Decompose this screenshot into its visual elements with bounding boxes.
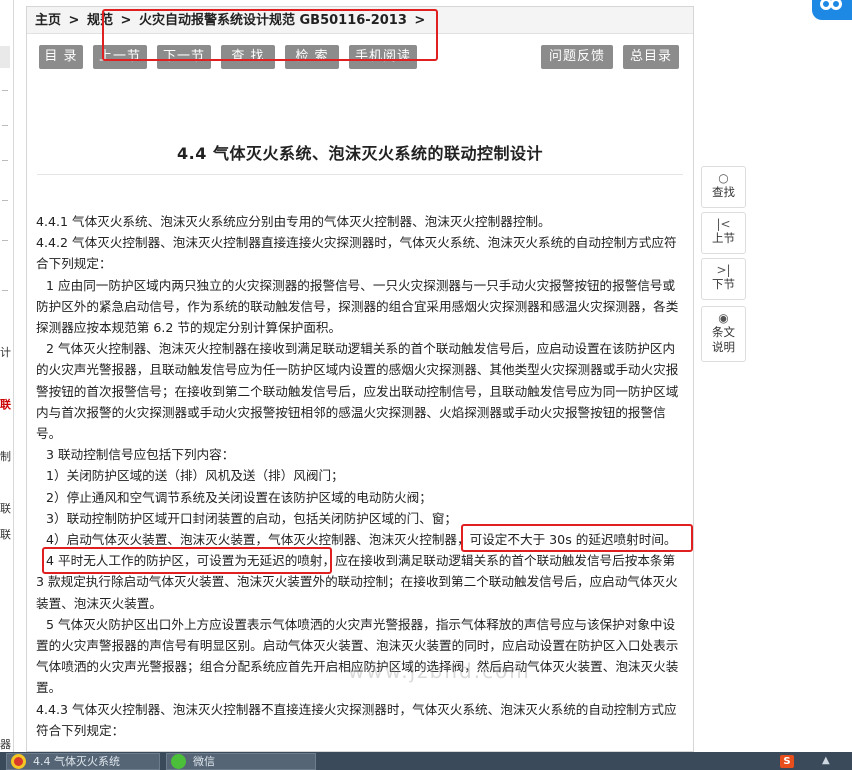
content-panel: 主页 > 规范 > 火灾自动报警系统设计规范 GB50116-2013 > 目 … <box>26 6 694 752</box>
section-title: 4.4 气体灭火系统、泡沫灭火系统的联动控制设计 <box>37 140 683 175</box>
side-next-button[interactable]: >| 下节 <box>701 258 746 300</box>
browser-icon <box>11 754 26 769</box>
sidebar-dot <box>2 125 8 126</box>
breadcrumb: 主页 > 规范 > 火灾自动报警系统设计规范 GB50116-2013 > <box>27 7 693 34</box>
breadcrumb-separator: > <box>414 13 426 28</box>
search-button[interactable]: 检 索 <box>285 45 339 69</box>
toolbar: 目 录 上一节 下一节 查 找 检 索 手机阅读 问题反馈 总目录 <box>27 34 693 84</box>
breadcrumb-home[interactable]: 主页 <box>35 13 61 28</box>
paragraph: 4.4.1 气体灭火系统、泡沫灭火系统应分别由专用的气体灭火控制器、泡沫灭火控制… <box>36 214 551 229</box>
master-toc-button[interactable]: 总目录 <box>623 45 679 69</box>
paragraph: 1 应由同一防护区域内两只独立的火灾探测器的报警信号、一只火灾探测器与一只手动火… <box>36 277 679 336</box>
next-section-button[interactable]: 下一节 <box>157 45 211 69</box>
feedback-button[interactable]: 问题反馈 <box>541 45 613 69</box>
sidebar-fragment[interactable]: 联 <box>0 526 11 542</box>
sidebar-highlight <box>0 46 10 68</box>
left-sidebar: 计 联 制 联 联 器 <box>0 0 14 752</box>
eye-icon: ◉ <box>718 311 729 325</box>
breadcrumb-document[interactable]: 火灾自动报警系统设计规范 GB50116-2013 <box>139 13 407 28</box>
prev-section-button[interactable]: 上一节 <box>93 45 147 69</box>
side-prev-button[interactable]: |< 上节 <box>701 212 746 254</box>
sidebar-dot <box>2 200 8 201</box>
search-icon: ○ <box>718 171 729 185</box>
breadcrumb-separator: > <box>68 13 80 28</box>
sidebar-dot <box>2 160 8 161</box>
tray-expand-icon[interactable]: ▲ <box>822 755 830 766</box>
sidebar-fragment[interactable]: 器 <box>0 736 11 752</box>
side-notes-label: 条文说明 <box>712 325 735 354</box>
sidebar-dot <box>2 290 8 291</box>
next-section-icon: >| <box>716 263 731 277</box>
paragraph: 3）联动控制防护区域开口封闭装置的启动，包括关闭防护区域的门、窗； <box>46 510 458 526</box>
mobile-read-button[interactable]: 手机阅读 <box>349 45 417 69</box>
toc-button[interactable]: 目 录 <box>39 45 83 69</box>
watermark: www.jzbhd.com <box>348 659 531 683</box>
taskbar: 4.4 气体灭火系统 微信 S ▲ <box>0 752 852 770</box>
badge-ring-icon <box>830 0 842 10</box>
paragraph: 3 联动控制信号应包括下列内容： <box>46 447 235 463</box>
paragraph: 4.4.2 气体灭火控制器、泡沫灭火控制器直接连接火灾探测器时，气体灭火系统、泡… <box>36 235 677 272</box>
side-notes-button[interactable]: ◉ 条文说明 <box>701 306 746 362</box>
paragraph: 2 气体灭火控制器、泡沫灭火控制器在接收到满足联动逻辑关系的首个联动触发信号后，… <box>36 341 679 442</box>
paragraph: 1）关闭防护区域的送（排）风机及送（排）风阀门； <box>46 468 344 484</box>
sidebar-fragment-active[interactable]: 联 <box>0 396 11 412</box>
side-find-button[interactable]: ○ 查找 <box>701 166 746 208</box>
paragraph: 4）启动气体灭火装置、泡沫灭火装置，气体灭火控制器、泡沫灭火控制器，可设定不大于… <box>46 532 677 548</box>
side-find-label: 查找 <box>712 185 735 199</box>
sidebar-dot <box>2 90 8 91</box>
floating-app-badge[interactable] <box>812 0 852 20</box>
find-button[interactable]: 查 找 <box>221 45 275 69</box>
sidebar-fragment[interactable]: 计 <box>0 344 11 360</box>
breadcrumb-separator: > <box>120 13 132 28</box>
sidebar-dot <box>2 240 8 241</box>
side-prev-label: 上节 <box>712 231 735 245</box>
paragraph: 2）停止通风和空气调节系统及关闭设置在该防护区域的电动防火阀； <box>46 489 432 505</box>
sogou-icon[interactable]: S <box>780 755 794 768</box>
prev-section-icon: |< <box>716 217 731 231</box>
wechat-icon <box>171 754 186 769</box>
paragraph: 4 平时无人工作的防护区，可设置为无延迟的喷射，应在接收到满足联动逻辑关系的首个… <box>36 553 678 611</box>
taskbar-wechat-label: 微信 <box>193 755 215 768</box>
side-next-label: 下节 <box>712 277 735 291</box>
taskbar-browser[interactable]: 4.4 气体灭火系统 <box>6 753 160 770</box>
sidebar-fragment[interactable]: 制 <box>0 448 11 464</box>
taskbar-browser-label: 4.4 气体灭火系统 <box>33 755 120 768</box>
sidebar-fragment[interactable]: 联 <box>0 500 11 516</box>
taskbar-wechat[interactable]: 微信 <box>166 753 316 770</box>
paragraph: 5 气体灭火防护区出口外上方应设置表示气体喷洒的火灾声光警报器，指示气体释放的声… <box>36 616 679 696</box>
breadcrumb-section[interactable]: 规范 <box>87 13 113 28</box>
paragraph: 4.4.3 气体灭火控制器、泡沫灭火控制器不直接连接火灾探测器时，气体灭火系统、… <box>36 701 677 738</box>
